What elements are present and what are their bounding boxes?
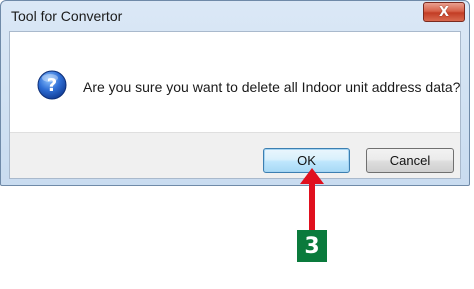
title-bar[interactable]: Tool for Convertor X [1,1,469,31]
close-button[interactable]: X [423,2,465,22]
confirm-message: Are you sure you want to delete all Indo… [83,79,461,95]
step-number-badge: 3 [297,230,327,262]
svg-text:?: ? [47,75,57,96]
message-area: ? Are you sure you want to delete all In… [10,32,460,132]
screenshot-stage: Tool for Convertor X ? Are you sure you … [0,0,474,289]
question-icon: ? [37,70,67,100]
close-icon: X [438,4,450,20]
confirm-dialog: Tool for Convertor X ? Are you sure you … [0,0,470,186]
cancel-button[interactable]: Cancel [366,148,454,173]
annotation-arrow [300,168,324,230]
button-bar: OK Cancel [10,132,460,178]
window-title: Tool for Convertor [11,8,123,24]
dialog-body: ? Are you sure you want to delete all In… [9,31,461,179]
